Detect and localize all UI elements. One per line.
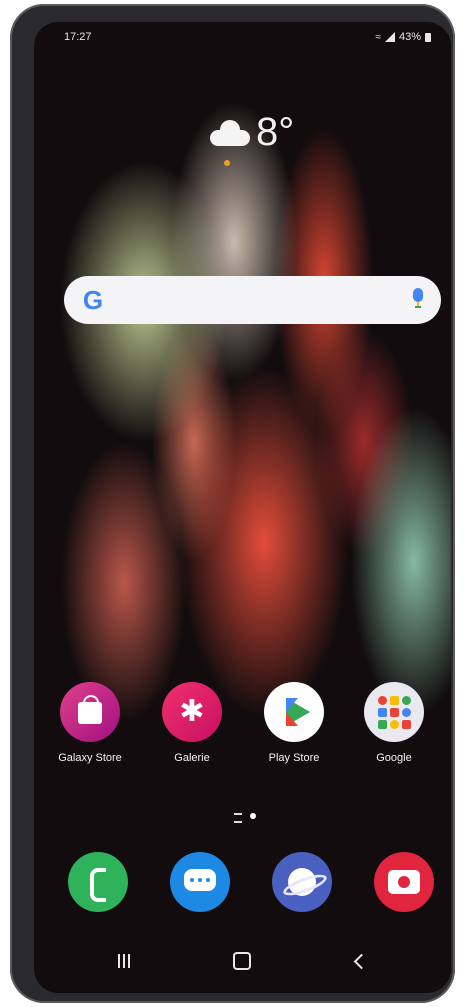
page-dot	[250, 813, 256, 819]
page-indicator[interactable]	[234, 813, 256, 823]
cloud-icon	[210, 120, 250, 146]
google-search-bar[interactable]: G	[64, 276, 441, 324]
app-galerie[interactable]: ✱ Galerie	[152, 682, 232, 764]
play-triangle-icon	[264, 682, 324, 742]
camera-icon[interactable]	[374, 852, 434, 912]
google-logo: G	[82, 285, 104, 315]
phone-frame: 17:27 ≈ 43% 8° G Galaxy Store ✱ Galerie …	[10, 4, 455, 1003]
app-label: Galaxy Store	[58, 752, 122, 764]
recents-icon[interactable]	[104, 944, 144, 978]
app-galaxy-store[interactable]: Galaxy Store	[50, 682, 130, 764]
battery-percent: 43%	[398, 31, 421, 43]
mic-icon[interactable]	[413, 288, 423, 308]
shopping-bag-icon	[60, 682, 120, 742]
weather-indicator-dot	[224, 160, 230, 166]
wifi-icon: ≈	[375, 31, 381, 43]
status-icons: ≈ 43%	[375, 31, 431, 43]
home-screen: 17:27 ≈ 43% 8° G Galaxy Store ✱ Galerie …	[34, 22, 451, 993]
app-play-store[interactable]: Play Store	[254, 682, 334, 764]
back-icon[interactable]	[338, 944, 378, 978]
phone-icon[interactable]	[68, 852, 128, 912]
app-label: Play Store	[268, 752, 320, 764]
navigation-bar	[34, 944, 451, 978]
home-icon[interactable]	[222, 944, 262, 978]
app-label: Google	[376, 752, 412, 764]
internet-icon[interactable]	[272, 852, 332, 912]
status-bar: 17:27 ≈ 43%	[34, 28, 451, 48]
weather-widget[interactable]: 8°	[210, 110, 330, 170]
status-time: 17:27	[64, 31, 92, 43]
app-label: Galerie	[174, 752, 210, 764]
page-menu-icon	[234, 813, 242, 823]
google-folder-icon	[364, 682, 424, 742]
app-google-folder[interactable]: Google	[354, 682, 434, 764]
battery-icon	[425, 32, 431, 42]
temperature: 8°	[256, 110, 295, 154]
signal-icon	[384, 32, 395, 42]
messages-icon[interactable]	[170, 852, 230, 912]
flower-icon: ✱	[162, 682, 222, 742]
